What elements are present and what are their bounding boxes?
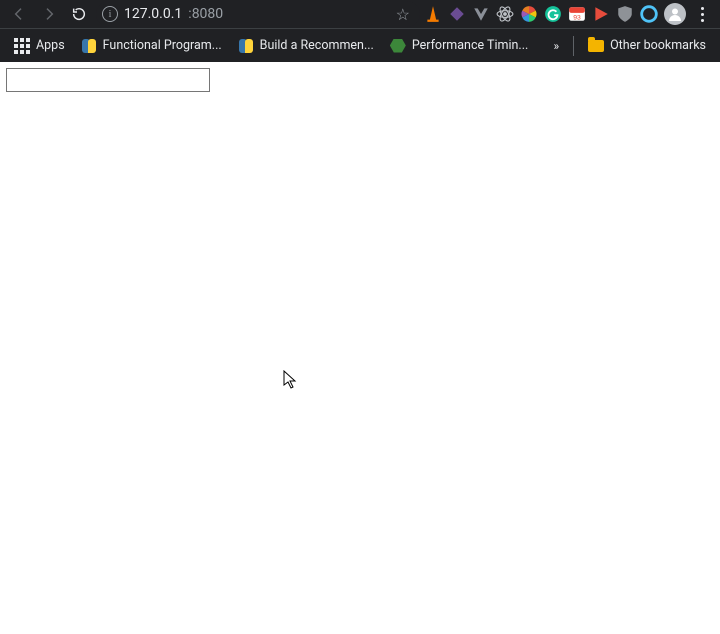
forward-button[interactable] (36, 1, 62, 27)
bookmark-build-recommender[interactable]: Build a Recommen... (232, 34, 380, 58)
svg-text:93: 93 (573, 15, 581, 22)
python-icon (238, 38, 254, 54)
bookmarks-bar: Apps Functional Program... Build a Recom… (0, 28, 720, 62)
apps-label: Apps (36, 38, 65, 53)
color-wheel-icon[interactable] (520, 5, 538, 23)
play-triangle-icon[interactable] (592, 5, 610, 23)
person-icon (667, 6, 683, 22)
page-viewport (0, 62, 720, 98)
url-port: :8080 (188, 6, 223, 22)
vue-logo-icon[interactable] (472, 5, 490, 23)
mouse-cursor-icon (283, 370, 299, 394)
profile-avatar[interactable] (664, 3, 686, 25)
arrow-left-icon (11, 6, 27, 22)
overflow-chevron-icon[interactable]: » (547, 39, 565, 53)
folder-icon (588, 40, 604, 52)
other-bookmarks-button[interactable]: Other bookmarks (582, 34, 712, 57)
page-text-input[interactable] (6, 68, 210, 92)
chrome-menu-button[interactable] (692, 7, 712, 22)
extensions-area: 93 (424, 3, 714, 25)
apps-button[interactable]: Apps (8, 34, 71, 58)
bookmarks-divider (573, 36, 574, 56)
shield-icon[interactable] (616, 5, 634, 23)
site-info-icon[interactable]: i (102, 6, 118, 22)
vlc-cone-icon[interactable] (424, 5, 442, 23)
browser-chrome: i 127.0.0.1 :8080 ☆ (0, 0, 720, 62)
bookmark-label: Build a Recommen... (260, 38, 374, 53)
grammarly-icon[interactable] (544, 5, 562, 23)
arrow-right-icon (41, 6, 57, 22)
react-atom-icon[interactable] (496, 5, 514, 23)
purple-diamond-icon[interactable] (448, 5, 466, 23)
other-bookmarks-label: Other bookmarks (610, 38, 706, 53)
calendar-icon[interactable]: 93 (568, 5, 586, 23)
address-bar[interactable]: i 127.0.0.1 :8080 ☆ (96, 1, 420, 27)
bookmark-label: Performance Timin... (412, 38, 528, 53)
python-icon (81, 38, 97, 54)
blue-circle-icon[interactable] (640, 5, 658, 23)
bookmark-performance-timing[interactable]: Performance Timin... (384, 34, 534, 57)
bookmark-star-icon[interactable]: ☆ (392, 5, 414, 24)
reload-button[interactable] (66, 1, 92, 27)
back-button[interactable] (6, 1, 32, 27)
node-hexagon-icon (390, 39, 406, 53)
address-bar-row: i 127.0.0.1 :8080 ☆ (0, 0, 720, 28)
bookmark-label: Functional Program... (103, 38, 222, 53)
reload-icon (71, 6, 87, 22)
url-host: 127.0.0.1 (124, 6, 182, 22)
apps-grid-icon (14, 38, 30, 54)
bookmark-functional-programming[interactable]: Functional Program... (75, 34, 228, 58)
